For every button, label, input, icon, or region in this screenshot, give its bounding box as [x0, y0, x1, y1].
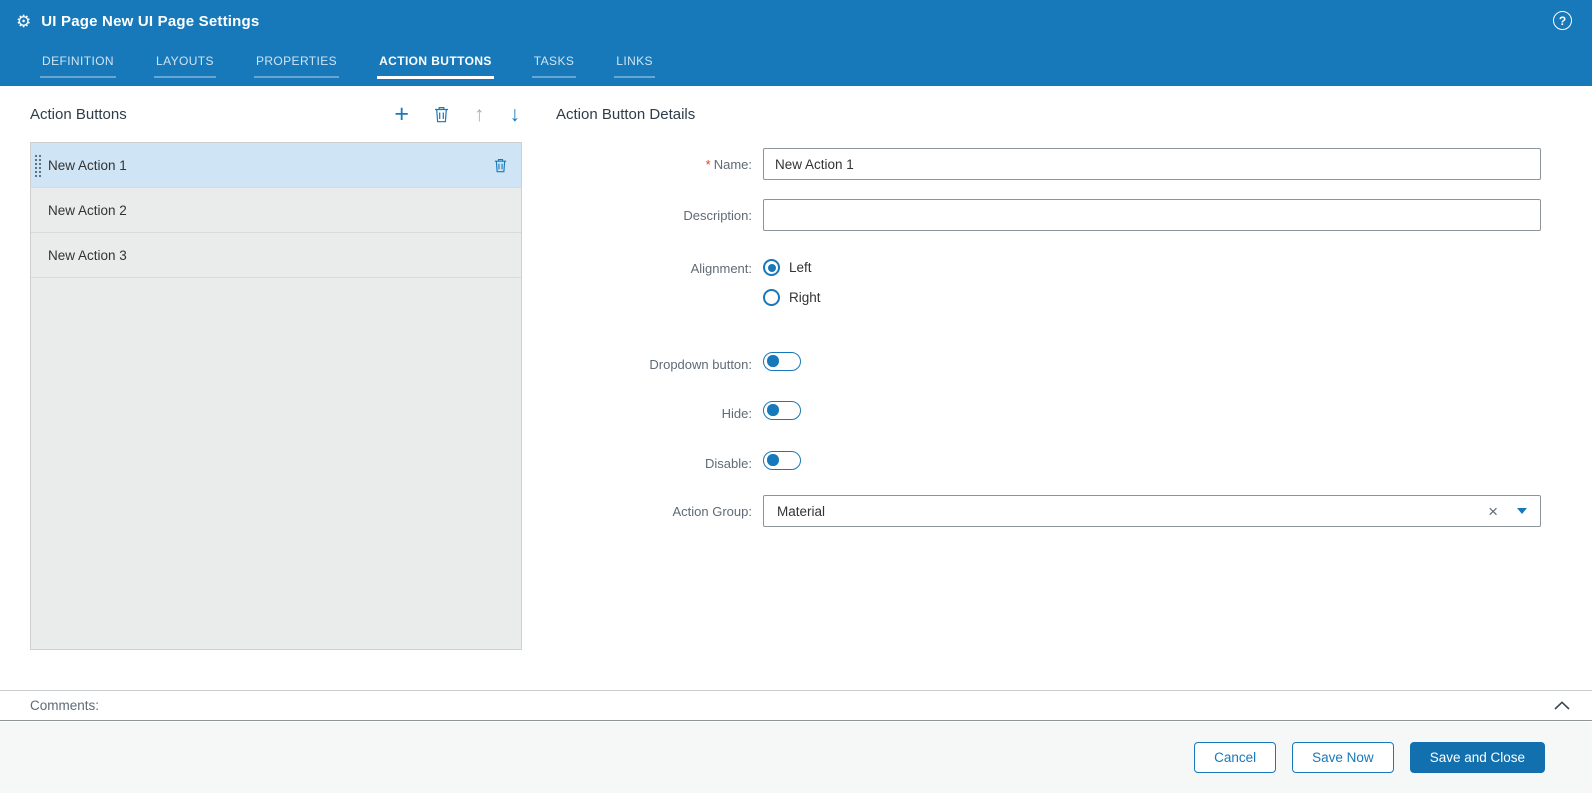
alignment-option-left[interactable]: Left	[763, 259, 821, 276]
header: ⚙ UI Page New UI Page Settings ?	[0, 0, 1592, 42]
disable-label: Disable:	[556, 456, 752, 471]
action-group-label: Action Group:	[556, 504, 752, 519]
required-marker: *	[706, 157, 711, 172]
dropdown-button-label: Dropdown button:	[556, 357, 752, 372]
radio-icon[interactable]	[763, 259, 780, 276]
comments-label: Comments:	[30, 698, 99, 713]
alignment-row: Alignment: Left Right	[556, 259, 1542, 319]
action-button-details-panel: Action Button Details *Name: Description…	[556, 106, 1542, 666]
clear-icon[interactable]: ×	[1488, 503, 1498, 520]
chevron-up-icon	[1554, 701, 1570, 710]
name-input[interactable]	[763, 148, 1541, 180]
move-down-button[interactable]: ↓	[510, 104, 521, 125]
add-action-button[interactable]: +	[394, 102, 409, 127]
tab-action-buttons[interactable]: ACTION BUTTONS	[377, 50, 494, 79]
delete-action-button[interactable]	[434, 106, 449, 123]
dropdown-button-toggle[interactable]	[763, 352, 801, 371]
move-up-button[interactable]: ↑	[474, 104, 485, 125]
list-item[interactable]: New Action 2	[31, 188, 521, 233]
disable-toggle[interactable]	[763, 451, 801, 470]
list-item[interactable]: New Action 3	[31, 233, 521, 278]
description-input[interactable]	[763, 199, 1541, 231]
name-label: *Name:	[556, 157, 752, 172]
comments-bar: Comments:	[0, 690, 1592, 721]
dropdown-button-row: Dropdown button:	[556, 352, 1542, 376]
tab-links[interactable]: LINKS	[614, 50, 655, 78]
alignment-label: Alignment:	[556, 259, 752, 276]
save-and-close-button[interactable]: Save and Close	[1410, 742, 1545, 773]
action-group-row: Action Group: Material ×	[556, 495, 1542, 527]
tab-definition[interactable]: DEFINITION	[40, 50, 116, 78]
list-item-label: New Action 2	[48, 203, 127, 218]
radio-icon[interactable]	[763, 289, 780, 306]
disable-row: Disable:	[556, 451, 1542, 475]
drag-handle-icon[interactable]	[34, 154, 42, 178]
tab-tasks[interactable]: TASKS	[532, 50, 576, 78]
hide-toggle[interactable]	[763, 401, 801, 420]
action-group-value: Material	[777, 504, 1488, 519]
hide-label: Hide:	[556, 406, 752, 421]
tab-layouts[interactable]: LAYOUTS	[154, 50, 216, 78]
trash-icon	[494, 158, 507, 173]
description-row: Description:	[556, 199, 1542, 231]
app-window: ⚙ UI Page New UI Page Settings ? DEFINIT…	[0, 0, 1592, 793]
alignment-option-right[interactable]: Right	[763, 289, 821, 306]
gear-icon: ⚙	[16, 13, 31, 30]
list-item-label: New Action 3	[48, 248, 127, 263]
action-buttons-list: New Action 1 New Action 2 New Action 3	[30, 142, 522, 650]
action-buttons-panel: Action Buttons + ↑ ↓ New Action 1	[30, 106, 522, 650]
row-delete-button[interactable]	[494, 158, 507, 173]
footer: Cancel Save Now Save and Close	[0, 722, 1592, 793]
help-icon[interactable]: ?	[1553, 11, 1572, 30]
save-now-button[interactable]: Save Now	[1292, 742, 1394, 773]
collapse-comments-button[interactable]	[1554, 701, 1570, 710]
list-item-label: New Action 1	[48, 158, 127, 173]
tab-bar: DEFINITION LAYOUTS PROPERTIES ACTION BUT…	[0, 42, 1592, 86]
tab-properties[interactable]: PROPERTIES	[254, 50, 339, 78]
description-label: Description:	[556, 208, 752, 223]
chevron-down-icon[interactable]	[1517, 508, 1527, 514]
name-row: *Name:	[556, 148, 1542, 180]
list-item[interactable]: New Action 1	[31, 143, 521, 188]
action-group-select[interactable]: Material ×	[763, 495, 1541, 527]
cancel-button[interactable]: Cancel	[1194, 742, 1276, 773]
radio-label: Left	[789, 260, 812, 275]
radio-label: Right	[789, 290, 821, 305]
hide-row: Hide:	[556, 401, 1542, 425]
list-toolbar: + ↑ ↓	[394, 102, 520, 127]
trash-icon	[434, 106, 449, 123]
details-title: Action Button Details	[556, 106, 1542, 124]
page-title: UI Page New UI Page Settings	[41, 13, 259, 30]
